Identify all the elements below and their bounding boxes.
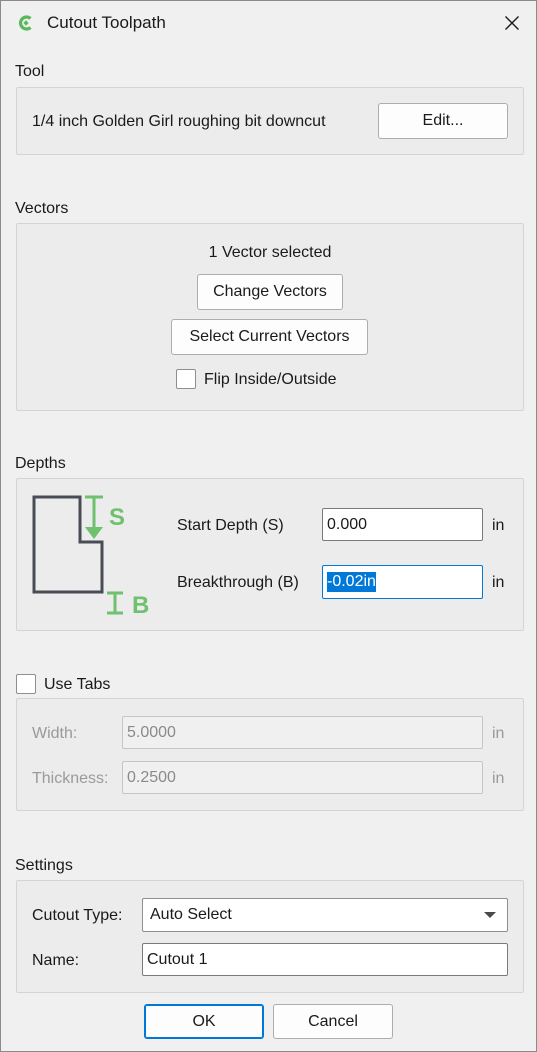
change-vectors-button[interactable]: Change Vectors bbox=[197, 274, 343, 310]
use-tabs-checkbox[interactable] bbox=[16, 674, 36, 694]
cutout-type-label: Cutout Type: bbox=[32, 907, 123, 924]
start-depth-input[interactable]: 0.000 bbox=[322, 508, 483, 541]
tool-section-label: Tool bbox=[15, 63, 45, 80]
edit-tool-button[interactable]: Edit... bbox=[378, 103, 508, 139]
diagram-b-label: B bbox=[132, 592, 149, 619]
name-input[interactable]: Cutout 1 bbox=[142, 943, 508, 976]
tab-thickness-label: Thickness: bbox=[32, 770, 109, 787]
cutout-toolpath-dialog: Cutout Toolpath Tool 1/4 inch Golden Gir… bbox=[0, 0, 537, 1052]
breakthrough-label: Breakthrough (B) bbox=[177, 574, 299, 591]
cutout-type-value: Auto Select bbox=[150, 906, 232, 923]
tab-thickness-input[interactable]: 0.2500 bbox=[122, 761, 483, 794]
tool-group: 1/4 inch Golden Girl roughing bit downcu… bbox=[16, 87, 524, 155]
flip-inside-outside-label: Flip Inside/Outside bbox=[204, 371, 337, 388]
cancel-button[interactable]: Cancel bbox=[273, 1004, 393, 1039]
title-bar: Cutout Toolpath bbox=[1, 1, 536, 45]
close-button[interactable] bbox=[497, 9, 527, 37]
diagram-s-label: S bbox=[109, 504, 125, 531]
tab-width-label: Width: bbox=[32, 725, 78, 742]
tab-thickness-unit: in bbox=[492, 770, 505, 787]
name-label: Name: bbox=[32, 952, 80, 969]
settings-group: Cutout Type: Auto Select Name: Cutout 1 bbox=[16, 880, 524, 993]
window-title: Cutout Toolpath bbox=[47, 13, 166, 32]
tabs-group: Width: 5.0000 in Thickness: 0.2500 in bbox=[16, 698, 524, 811]
ok-button[interactable]: OK bbox=[144, 1004, 264, 1039]
app-logo-icon bbox=[18, 15, 32, 31]
cutout-type-dropdown[interactable]: Auto Select bbox=[142, 898, 508, 932]
depths-group: S B Start Depth (S) 0.000 in Breakthroug… bbox=[16, 478, 524, 631]
use-tabs-label: Use Tabs bbox=[44, 676, 111, 693]
select-current-vectors-button[interactable]: Select Current Vectors bbox=[171, 319, 368, 355]
depth-diagram: S B bbox=[32, 495, 149, 619]
depths-section-label: Depths bbox=[15, 455, 66, 472]
breakthrough-input[interactable]: -0.02in bbox=[322, 565, 483, 599]
chevron-down-icon bbox=[484, 912, 496, 918]
vectors-section-label: Vectors bbox=[15, 200, 69, 217]
vector-selection-status: 1 Vector selected bbox=[208, 244, 332, 261]
start-depth-label: Start Depth (S) bbox=[177, 517, 284, 534]
close-icon bbox=[505, 16, 519, 30]
vectors-group: 1 Vector selected Change Vectors Select … bbox=[16, 223, 524, 411]
flip-inside-outside-checkbox[interactable] bbox=[176, 369, 196, 389]
start-depth-unit: in bbox=[492, 517, 505, 534]
tab-width-input[interactable]: 5.0000 bbox=[122, 716, 483, 749]
breakthrough-selected-text: -0.02in bbox=[327, 572, 376, 592]
tool-name: 1/4 inch Golden Girl roughing bit downcu… bbox=[32, 113, 326, 130]
settings-section-label: Settings bbox=[15, 857, 73, 874]
tab-width-unit: in bbox=[492, 725, 505, 742]
breakthrough-unit: in bbox=[492, 574, 505, 591]
